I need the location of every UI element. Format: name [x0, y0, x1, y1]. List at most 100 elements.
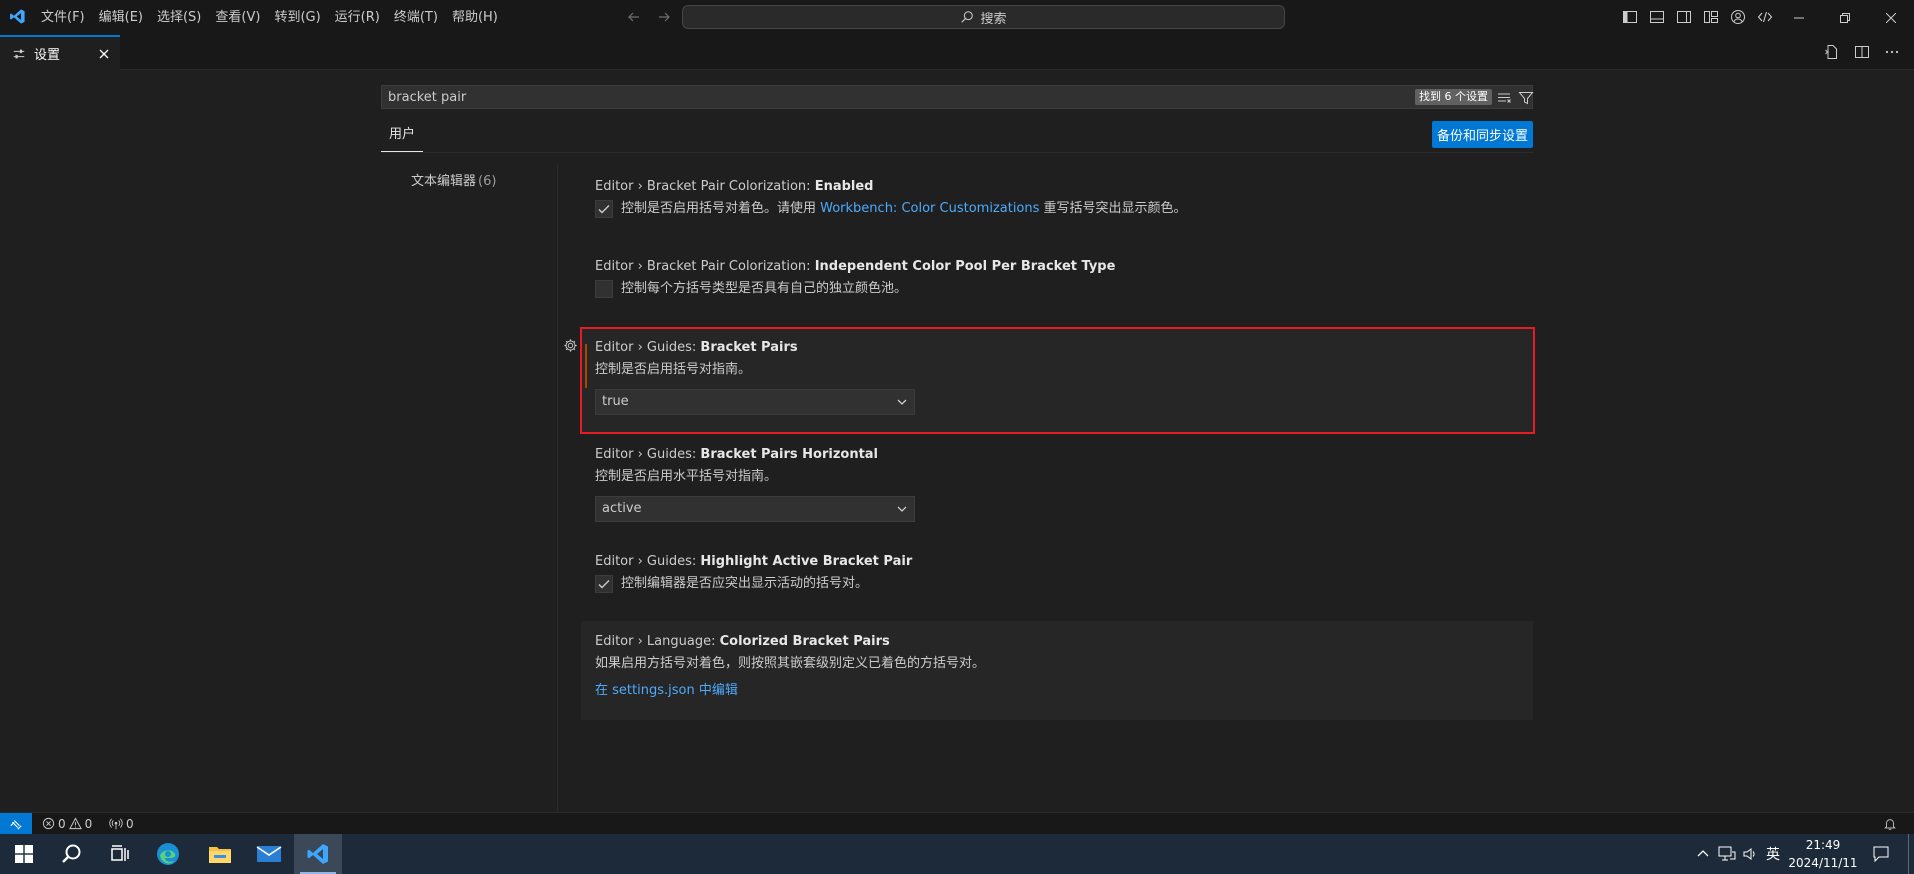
ports-count: 0	[126, 816, 134, 831]
checkbox-checked[interactable]	[595, 200, 613, 218]
back-arrow-icon[interactable]	[626, 9, 642, 25]
volume-icon[interactable]	[1742, 846, 1758, 862]
split-editor-icon[interactable]	[1854, 44, 1870, 60]
restore-button[interactable]	[1822, 0, 1868, 35]
warning-count: 0	[84, 816, 93, 831]
notification-center-icon[interactable]	[1872, 834, 1890, 874]
setting-category: Editor › Language:	[595, 634, 720, 649]
setting-category: Editor › Guides:	[595, 447, 701, 462]
menu-run[interactable]: 运行(R)	[328, 0, 387, 35]
edge-icon[interactable]	[144, 834, 192, 874]
ime-indicator[interactable]: 英	[1766, 844, 1780, 864]
menu-file[interactable]: 文件(F)	[34, 0, 92, 35]
ports-indicator[interactable]: 0	[109, 813, 134, 834]
checkbox-checked[interactable]	[595, 575, 613, 593]
taskbar-clock[interactable]: 21:49 2024/11/11	[1786, 836, 1860, 872]
filter-icon[interactable]	[1518, 90, 1534, 106]
toggle-primary-sidebar-icon[interactable]	[1622, 9, 1638, 25]
close-window-button[interactable]	[1868, 0, 1914, 35]
check-icon	[598, 205, 610, 214]
windows-taskbar: 英 21:49 2024/11/11	[0, 834, 1914, 874]
problems-indicator[interactable]: 0 0	[42, 813, 92, 834]
open-settings-json-icon[interactable]	[1824, 44, 1840, 60]
setting-description: 控制是否启用括号对着色。请使用 Workbench: Color Customi…	[621, 200, 1187, 218]
error-count: 0	[58, 816, 66, 831]
setting-description: 控制是否启用水平括号对指南。	[595, 469, 778, 484]
search-actions	[1496, 90, 1534, 106]
command-center-label: 搜索	[980, 11, 1007, 27]
setting-description: 控制每个方括号类型是否具有自己的独立颜色池。	[621, 281, 908, 296]
window-controls	[1776, 0, 1914, 35]
edit-in-settings-json-link[interactable]: 在 settings.json 中编辑	[595, 682, 1533, 700]
menu-selection[interactable]: 选择(S)	[150, 0, 208, 35]
code-icon[interactable]	[1757, 9, 1773, 25]
setting-bracket-colorization-enabled: Editor › Bracket Pair Colorization: Enab…	[581, 178, 1533, 218]
menu-go[interactable]: 转到(G)	[267, 0, 327, 35]
bracket-pairs-horizontal-select[interactable]: active	[595, 496, 915, 522]
search-icon[interactable]	[48, 834, 96, 874]
task-view-icon[interactable]	[96, 834, 144, 874]
minimize-button[interactable]	[1776, 0, 1822, 35]
check-icon	[598, 580, 610, 589]
chevron-down-icon	[896, 503, 908, 515]
menu-edit[interactable]: 编辑(E)	[92, 0, 150, 35]
toc-item-text-editor[interactable]: 文本编辑器 (6)	[411, 170, 496, 189]
show-desktop-strip[interactable]	[1908, 834, 1909, 874]
setting-title: Editor › Guides: Highlight Active Bracke…	[595, 553, 1533, 571]
system-tray: 英	[1696, 834, 1780, 874]
settings-search-box: 找到 6 个设置	[381, 85, 1534, 109]
tab-label: 设置	[34, 48, 61, 63]
tab-user-settings[interactable]: 用户	[381, 122, 423, 152]
setting-colorized-bracket-pairs: Editor › Language: Colorized Bracket Pai…	[581, 621, 1533, 720]
toc-item-count: (6)	[478, 174, 497, 189]
more-actions-icon[interactable]	[1884, 44, 1900, 60]
setting-highlight-active-bracket-pair: Editor › Guides: Highlight Active Bracke…	[581, 553, 1533, 593]
settings-search-input[interactable]	[388, 86, 1188, 108]
menu-terminal[interactable]: 终端(T)	[387, 0, 445, 35]
vscode-icon[interactable]	[294, 834, 342, 874]
backup-sync-button[interactable]: 备份和同步设置	[1432, 121, 1533, 148]
toggle-panel-icon[interactable]	[1649, 9, 1665, 25]
mail-icon[interactable]	[245, 834, 293, 874]
close-icon[interactable]	[98, 48, 110, 60]
windows-start-icon[interactable]	[0, 834, 48, 874]
account-icon[interactable]	[1730, 9, 1746, 25]
chevron-up-icon[interactable]	[1696, 847, 1710, 861]
setting-bracket-pairs-horizontal: Editor › Guides: Bracket Pairs Horizonta…	[581, 446, 1533, 522]
network-icon[interactable]	[1718, 846, 1736, 862]
setting-category: Editor › Guides:	[595, 554, 701, 569]
file-explorer-icon[interactable]	[196, 834, 244, 874]
forward-arrow-icon[interactable]	[656, 9, 672, 25]
setting-name: Bracket Pairs Horizontal	[700, 447, 879, 462]
toc-divider	[557, 165, 558, 812]
setting-independent-color-pool: Editor › Bracket Pair Colorization: Inde…	[581, 258, 1533, 298]
menu-help[interactable]: 帮助(H)	[445, 0, 505, 35]
desc-text-after: 重写括号突出显示颜色。	[1039, 201, 1187, 216]
menu-bar: 文件(F) 编辑(E) 选择(S) 查看(V) 转到(G) 运行(R) 终端(T…	[34, 0, 505, 35]
error-icon	[42, 817, 55, 830]
editor-tab-bar: 设置	[0, 35, 1914, 70]
clear-filter-icon[interactable]	[1496, 90, 1512, 106]
clock-time: 21:49	[1805, 838, 1841, 852]
setting-name: Colorized Bracket Pairs	[719, 634, 890, 649]
checkbox-unchecked[interactable]	[595, 280, 613, 298]
menu-view[interactable]: 查看(V)	[208, 0, 267, 35]
scope-divider	[381, 152, 1533, 153]
toggle-secondary-sidebar-icon[interactable]	[1676, 9, 1692, 25]
highlight-annotation-box	[580, 327, 1535, 434]
color-customizations-link[interactable]: Workbench: Color Customizations	[820, 201, 1039, 216]
setting-category: Editor › Bracket Pair Colorization:	[595, 179, 815, 194]
command-center-search[interactable]: 搜索	[682, 5, 1285, 29]
tab-settings[interactable]: 设置	[0, 35, 120, 70]
notifications-bell-icon[interactable]	[1883, 813, 1897, 834]
desc-text: 控制是否启用括号对着色。请使用	[621, 201, 821, 216]
layout-controls	[1622, 9, 1773, 25]
setting-description: 控制编辑器是否应突出显示活动的括号对。	[621, 576, 869, 591]
vscode-logo-icon	[9, 8, 26, 25]
customize-layout-icon[interactable]	[1703, 9, 1719, 25]
setting-description: 如果启用方括号对着色，则按照其嵌套级别定义已着色的方括号对。	[595, 656, 986, 671]
remote-indicator-button[interactable]	[0, 813, 32, 834]
gear-icon[interactable]	[563, 338, 578, 353]
title-bar: 文件(F) 编辑(E) 选择(S) 查看(V) 转到(G) 运行(R) 终端(T…	[0, 0, 1914, 35]
clock-date: 2024/11/11	[1788, 856, 1858, 870]
